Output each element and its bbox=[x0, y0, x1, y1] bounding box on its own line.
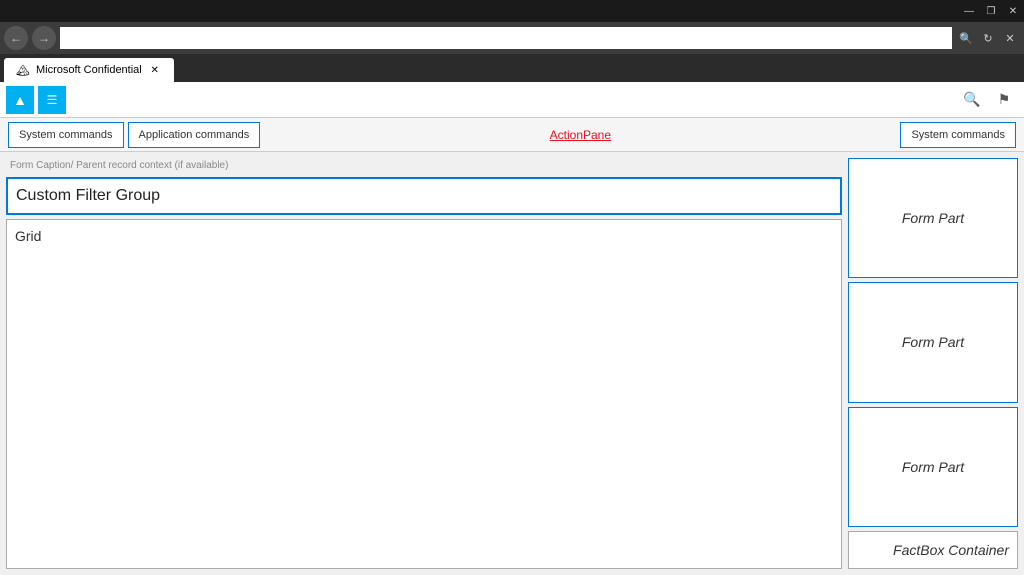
title-bar-controls: — ❐ ✕ bbox=[958, 0, 1024, 22]
address-input[interactable] bbox=[60, 27, 952, 49]
action-pane: System commands Application commands Act… bbox=[0, 118, 1024, 152]
restore-button[interactable]: ❐ bbox=[980, 0, 1002, 22]
toolbar-flag-icon[interactable]: ⚑ bbox=[990, 86, 1018, 114]
form-part-2: Form Part bbox=[848, 282, 1018, 402]
title-bar: — ❐ ✕ bbox=[0, 0, 1024, 22]
system-commands-right-label: System commands bbox=[911, 129, 1005, 141]
right-panel: Form Part Form Part Form Part FactBox Co… bbox=[848, 158, 1018, 569]
close-button[interactable]: ✕ bbox=[1002, 0, 1024, 22]
form-part-1: Form Part bbox=[848, 158, 1018, 278]
tab-icon: 🏔 bbox=[16, 64, 30, 77]
tab-bar: 🏔 Microsoft Confidential ✕ bbox=[0, 54, 1024, 82]
toolbar-search-icon[interactable]: 🔍 bbox=[958, 86, 986, 114]
form-caption: Form Caption/ Parent record context (if … bbox=[6, 158, 842, 173]
close-tab-icon[interactable]: ✕ bbox=[1000, 28, 1020, 48]
app-logo: ▲ bbox=[6, 86, 34, 114]
forward-button[interactable]: → bbox=[32, 26, 56, 50]
grid-box: Grid bbox=[6, 219, 842, 569]
address-icons: 🔍 ↻ ✕ bbox=[956, 28, 1020, 48]
left-panel: Form Caption/ Parent record context (if … bbox=[6, 158, 842, 569]
factbox-label: FactBox Container bbox=[893, 542, 1009, 558]
tab-close-button[interactable]: ✕ bbox=[148, 63, 162, 77]
application-commands-button[interactable]: Application commands bbox=[128, 122, 261, 148]
form-part-3: Form Part bbox=[848, 407, 1018, 527]
address-bar: ← → 🔍 ↻ ✕ bbox=[0, 22, 1024, 54]
system-commands-right-button[interactable]: System commands bbox=[900, 122, 1016, 148]
factbox-container: FactBox Container bbox=[848, 531, 1018, 569]
toolbar: ▲ ☰ 🔍 ⚑ bbox=[0, 82, 1024, 118]
application-commands-label: Application commands bbox=[139, 129, 250, 141]
filter-group-box: Custom Filter Group bbox=[6, 177, 842, 215]
form-part-1-label: Form Part bbox=[902, 210, 964, 226]
menu-button[interactable]: ☰ bbox=[38, 86, 66, 114]
action-pane-center-label: ActionPane bbox=[264, 128, 896, 142]
tab-label: Microsoft Confidential bbox=[36, 64, 142, 76]
grid-label: Grid bbox=[15, 228, 41, 244]
active-tab[interactable]: 🏔 Microsoft Confidential ✕ bbox=[4, 58, 174, 82]
form-part-2-label: Form Part bbox=[902, 334, 964, 350]
back-button[interactable]: ← bbox=[4, 26, 28, 50]
main-area: Form Caption/ Parent record context (if … bbox=[0, 152, 1024, 575]
form-part-3-label: Form Part bbox=[902, 459, 964, 475]
refresh-icon[interactable]: ↻ bbox=[978, 28, 998, 48]
minimize-button[interactable]: — bbox=[958, 0, 980, 22]
system-commands-left-button[interactable]: System commands bbox=[8, 122, 124, 148]
system-commands-left-label: System commands bbox=[19, 129, 113, 141]
search-icon[interactable]: 🔍 bbox=[956, 28, 976, 48]
toolbar-right: 🔍 ⚑ bbox=[958, 86, 1018, 114]
